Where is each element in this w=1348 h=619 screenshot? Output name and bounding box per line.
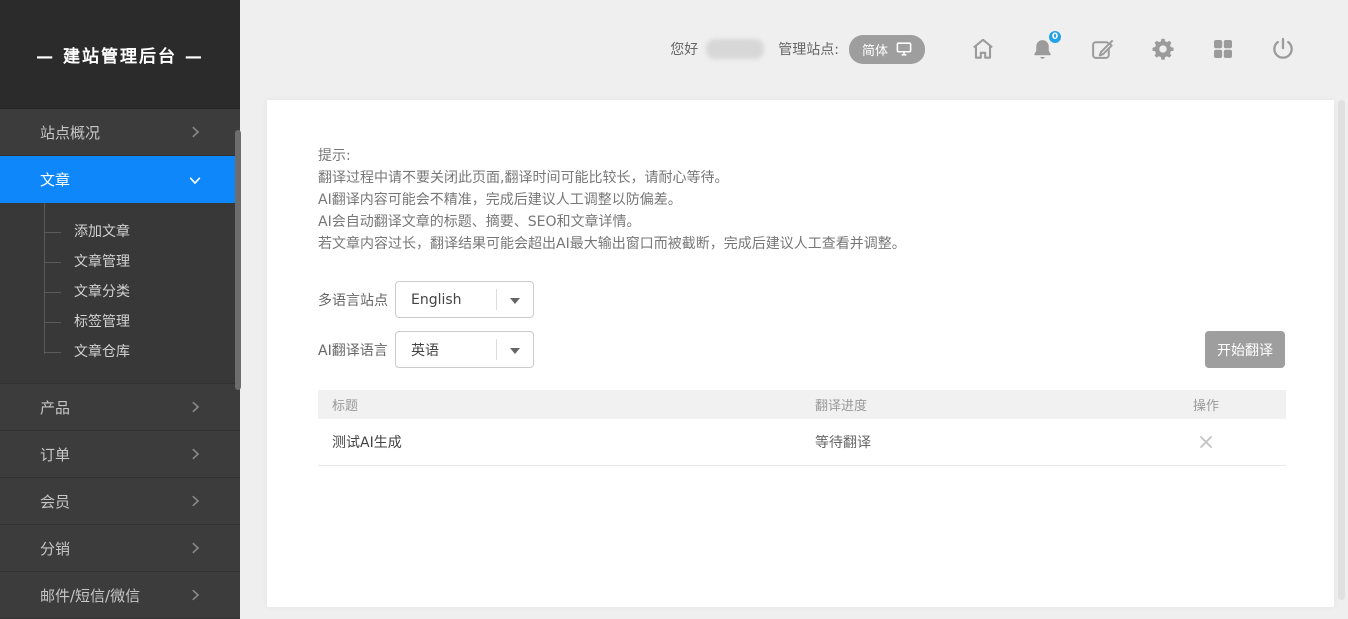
site-language-pill[interactable]: 简体 [849, 35, 925, 64]
app-title: — 建站管理后台 — [0, 0, 240, 109]
tip-line: AI翻译内容可能会不精准，完成后建议人工调整以防偏差。 [318, 189, 906, 211]
username-redacted [706, 39, 764, 59]
submenu-item-add-article[interactable]: 添加文章 [0, 217, 240, 247]
lang-pill-label: 简体 [862, 40, 888, 59]
chevron-right-icon [188, 541, 202, 555]
caret-down-icon [510, 348, 520, 354]
row-progress: 等待翻译 [815, 432, 1126, 452]
sidebar-item-site-overview[interactable]: 站点概况 [0, 109, 240, 156]
select-divider [496, 339, 497, 360]
ai-language-label: AI翻译语言 [318, 340, 395, 360]
chevron-right-icon [188, 447, 202, 461]
start-translate-button[interactable]: 开始翻译 [1205, 331, 1285, 368]
page-scrollbar[interactable] [1338, 100, 1345, 600]
close-icon[interactable] [1195, 431, 1217, 453]
main-panel: 提示: 翻译过程中请不要关闭此页面,翻译时间可能比较长，请耐心等待。 AI翻译内… [267, 100, 1334, 607]
articles-submenu: 添加文章 文章管理 文章分类 标签管理 文章仓库 [0, 203, 240, 384]
tip-line: AI会自动翻译文章的标题、摘要、SEO和文章详情。 [318, 211, 906, 233]
col-progress: 翻译进度 [815, 395, 1126, 414]
sidebar-item-articles[interactable]: 文章 [0, 156, 240, 203]
multilang-site-select[interactable]: English [395, 281, 534, 318]
bell-icon[interactable]: 0 [1029, 36, 1056, 63]
table-row: 测试AI生成 等待翻译 [318, 419, 1286, 466]
edit-icon[interactable] [1089, 36, 1116, 63]
multilang-site-value: English [411, 292, 462, 308]
submenu-item-article-category[interactable]: 文章分类 [0, 277, 240, 307]
chevron-down-icon [188, 173, 202, 187]
sidebar-item-members[interactable]: 会员 [0, 478, 240, 525]
select-divider [496, 289, 497, 310]
tips-title: 提示: [318, 145, 906, 167]
sidebar-item-label: 会员 [40, 491, 70, 512]
sidebar-item-label: 产品 [40, 397, 70, 418]
topbar: 您好 管理站点: 简体 0 [240, 0, 1348, 100]
ai-language-select[interactable]: 英语 [395, 331, 534, 368]
submenu-item-article-repo[interactable]: 文章仓库 [0, 337, 240, 367]
row-title: 测试AI生成 [318, 432, 815, 452]
translation-table: 标题 翻译进度 操作 测试AI生成 等待翻译 [318, 390, 1286, 466]
tips-block: 提示: 翻译过程中请不要关闭此页面,翻译时间可能比较长，请耐心等待。 AI翻译内… [318, 145, 906, 255]
multilang-site-label: 多语言站点 [318, 290, 395, 310]
sidebar-scrollbar[interactable] [235, 130, 241, 390]
power-icon[interactable] [1269, 36, 1296, 63]
sidebar-item-label: 文章 [40, 169, 70, 190]
sidebar-item-products[interactable]: 产品 [0, 384, 240, 431]
chevron-right-icon [188, 494, 202, 508]
greeting-label: 您好 [670, 39, 698, 59]
chevron-right-icon [188, 400, 202, 414]
notification-badge: 0 [1047, 29, 1063, 45]
sidebar-item-mail-sms-wechat[interactable]: 邮件/短信/微信 [0, 572, 240, 619]
col-action: 操作 [1126, 395, 1286, 414]
grid-icon[interactable] [1209, 36, 1236, 63]
sidebar: — 建站管理后台 — 站点概况 文章 添加文章 文章管理 文章分类 标签管理 文… [0, 0, 240, 619]
sidebar-item-label: 站点概况 [40, 122, 100, 143]
tip-line: 翻译过程中请不要关闭此页面,翻译时间可能比较长，请耐心等待。 [318, 167, 906, 189]
chevron-right-icon [188, 588, 202, 602]
sidebar-item-label: 分销 [40, 538, 70, 559]
ai-language-value: 英语 [411, 340, 439, 360]
caret-down-icon [510, 298, 520, 304]
home-icon[interactable] [969, 36, 996, 63]
monitor-icon [896, 42, 912, 56]
sidebar-item-orders[interactable]: 订单 [0, 431, 240, 478]
manage-site-label: 管理站点: [778, 39, 839, 59]
sidebar-item-label: 订单 [40, 444, 70, 465]
gear-icon[interactable] [1149, 36, 1176, 63]
sidebar-item-distribution[interactable]: 分销 [0, 525, 240, 572]
tip-line: 若文章内容过长，翻译结果可能会超出AI最大输出窗口而被截断，完成后建议人工查看并… [318, 233, 906, 255]
submenu-item-tag-manage[interactable]: 标签管理 [0, 307, 240, 337]
chevron-right-icon [188, 125, 202, 139]
sidebar-item-label: 邮件/短信/微信 [40, 585, 140, 606]
col-title: 标题 [318, 395, 815, 414]
submenu-item-article-manage[interactable]: 文章管理 [0, 247, 240, 277]
table-header: 标题 翻译进度 操作 [318, 390, 1286, 419]
